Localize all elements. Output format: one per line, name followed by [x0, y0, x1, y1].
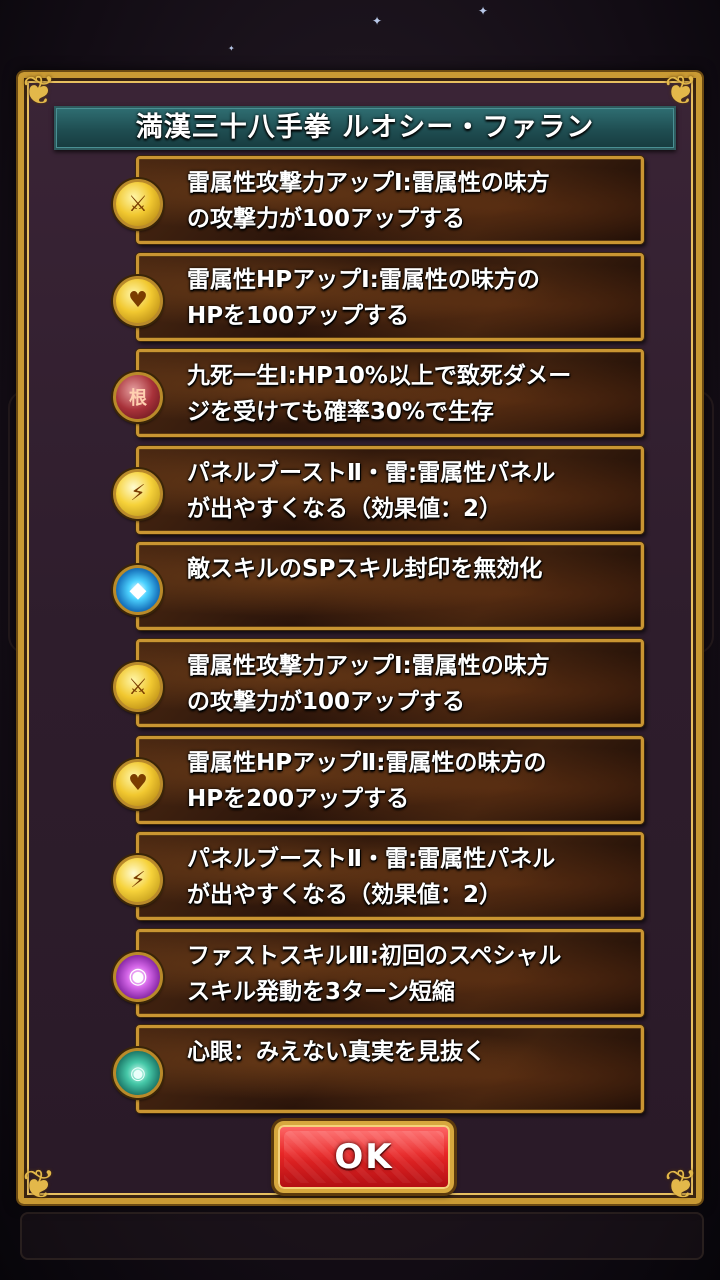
eye-icon: ◉ [113, 1048, 163, 1099]
skill-description: 雷属性攻撃力アップⅠ:雷属性の味方 の攻撃力が100アップする [187, 170, 550, 232]
skill-row: ⚡ パネルブーストⅡ・雷:雷属性パネル が出やすくなる（効果値：2） [113, 445, 644, 534]
attack-up-icon: ⚔ [113, 662, 163, 712]
skill-description: 心眼：みえない真実を見抜く [187, 1039, 486, 1066]
hp-up-icon: ♥ [113, 758, 163, 809]
guts-icon: 根 [113, 372, 163, 423]
background-tab [20, 1212, 704, 1260]
skill-detail-dialog: ❦ ❦ ❦ ❦ 満漢三十八手拳 ルオシー・ファラン ⚔ 雷属性攻撃力アップⅠ:雷属… [16, 68, 704, 1208]
skill-description: 敵スキルのSPスキル封印を無効化 [187, 556, 543, 583]
skill-row: ⚔ 雷属性攻撃力アップⅠ:雷属性の味方 の攻撃力が100アップする [113, 639, 644, 727]
ok-button-face: OK [284, 1131, 444, 1183]
skill-description: パネルブーストⅡ・雷:雷属性パネル が出やすくなる（効果値：2） [187, 459, 556, 522]
ok-label: OK [334, 1137, 394, 1177]
hp-up-icon: ♥ [113, 275, 163, 326]
skill-row: ◉ 心眼：みえない真実を見抜く [113, 1025, 644, 1114]
skill-description: パネルブーストⅡ・雷:雷属性パネル が出やすくなる（効果値：2） [187, 846, 556, 909]
skill-row: ◉ ファストスキルⅢ:初回のスペシャル スキル発動を3ターン短縮 [113, 928, 644, 1017]
skill-row: ◆ 敵スキルのSPスキル封印を無効化 [113, 542, 644, 631]
skill-list: ⚔ 雷属性攻撃力アップⅠ:雷属性の味方 の攻撃力が100アップする ♥ 雷属性HPアッ… [24, 78, 696, 1198]
panel-boost-icon: ⚡ [113, 468, 163, 519]
sparkle-icon: ✦ [372, 14, 383, 28]
skill-row: 根九死一生Ⅰ:HP10%以上で致死ダメー ジを受けても確率30%で生存 [113, 349, 644, 438]
sp-seal-guard-icon: ◆ [113, 565, 163, 616]
ok-button[interactable]: OK [274, 1121, 454, 1193]
sparkle-icon: ✦ [228, 44, 235, 53]
skill-description: 雷属性攻撃力アップⅠ:雷属性の味方 の攻撃力が100アップする [187, 653, 550, 715]
sparkle-icon: ✦ [478, 4, 489, 18]
skill-description: ファストスキルⅢ:初回のスペシャル スキル発動を3ターン短縮 [187, 942, 562, 1005]
skill-row: ♥ 雷属性HPアップⅠ:雷属性の味方の HPを100アップする [113, 252, 644, 341]
skill-row: ⚡ パネルブーストⅡ・雷:雷属性パネル が出やすくなる（効果値：2） [113, 832, 644, 921]
panel-boost-icon: ⚡ [113, 855, 163, 906]
attack-up-icon: ⚔ [113, 179, 163, 229]
skill-description: 雷属性HPアップⅠ:雷属性の味方の HPを100アップする [187, 266, 540, 329]
skill-description: 雷属性HPアップⅡ:雷属性の味方の HPを200アップする [187, 749, 547, 812]
skill-description: 九死一生Ⅰ:HP10%以上で致死ダメー ジを受けても確率30%で生存 [187, 363, 572, 426]
skill-row: ⚔ 雷属性攻撃力アップⅠ:雷属性の味方 の攻撃力が100アップする [113, 156, 644, 244]
fast-skill-icon: ◉ [113, 951, 163, 1002]
skill-row: ♥ 雷属性HPアップⅡ:雷属性の味方の HPを200アップする [113, 735, 644, 824]
